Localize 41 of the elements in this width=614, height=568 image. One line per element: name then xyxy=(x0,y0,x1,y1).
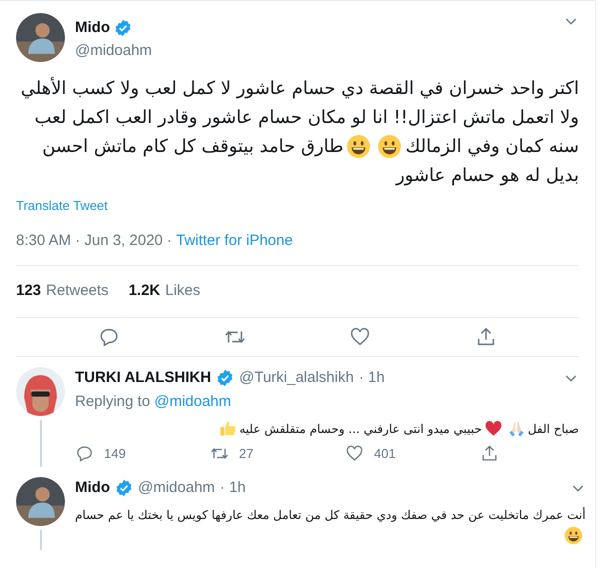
praying-hands-emoji-icon xyxy=(506,419,526,438)
user-name[interactable]: Mido xyxy=(75,477,110,500)
mention-link[interactable]: @midoahm xyxy=(154,391,232,414)
tweet-text: أنت عمرك ماتخليت عن حد في صفك ودي حقيقة كل من تعامل معك عارفها كويس يا بختك يا عم حسام xyxy=(75,506,586,524)
translate-link[interactable]: Translate Tweet xyxy=(16,196,108,216)
reply-time[interactable]: · 1h xyxy=(358,366,385,389)
like-count: 401 xyxy=(374,444,396,462)
user-name[interactable]: TURKI ALALSHIKH xyxy=(75,366,212,389)
source-link[interactable]: Twitter for iPhone xyxy=(176,230,293,252)
user-handle[interactable]: @midoahm xyxy=(138,477,215,500)
tweet-text: صباح الفل xyxy=(528,420,579,438)
reply-icon[interactable] xyxy=(75,444,94,463)
tweet-text: ولا اتعمل ماتش اعتزال!! انا لو مكان حسام عاشور وقادر العب اكمل لعب xyxy=(34,106,579,130)
avatar-icon[interactable] xyxy=(16,366,65,416)
user-handle[interactable]: @Turki_alalshikh xyxy=(239,366,354,389)
user-handle[interactable]: @midoahm xyxy=(75,40,553,62)
replying-label: Replying to xyxy=(75,392,152,412)
share-icon[interactable] xyxy=(480,444,499,463)
like-icon[interactable] xyxy=(349,326,372,348)
stat-count: 123 xyxy=(16,281,42,301)
stat-count: 1.2K xyxy=(128,281,160,301)
like-icon[interactable] xyxy=(345,444,364,463)
tweet-text: حبيبي ميدو انتى عارفني ... وحسام متقلقش عليه xyxy=(239,420,482,438)
reply-time[interactable]: · 1h xyxy=(220,477,246,500)
stat-label[interactable]: Likes xyxy=(165,280,200,302)
smiley-emoji-icon xyxy=(377,134,402,159)
tweet-timestamp[interactable]: 8:30 AM · Jun 3, 2020 · xyxy=(16,230,176,252)
smiley-emoji-icon xyxy=(346,134,372,159)
reply-count: 149 xyxy=(104,444,126,462)
retweet-count: 27 xyxy=(239,444,254,462)
avatar-icon[interactable] xyxy=(16,13,65,62)
smiley-emoji-icon xyxy=(564,526,583,544)
user-name[interactable]: Mido xyxy=(75,17,110,40)
tweet-text: سنه كمان وفي الزمالك xyxy=(405,135,579,159)
heart-emoji-icon xyxy=(484,419,503,438)
tweet-text: اكتر واحد خسران في القصة دي حسام عاشور لا كمل لعب ولا كسب الأهلي xyxy=(20,76,579,101)
tweet-text: طارق حامد بيتوقف كل كام ماتش احسن xyxy=(42,135,344,159)
stat-label[interactable]: Retweets xyxy=(46,280,109,302)
thumbs-up-emoji-icon xyxy=(218,419,238,438)
tweet-text: بديل له هو حسام عاشور xyxy=(396,164,579,188)
avatar-icon[interactable] xyxy=(16,477,65,526)
